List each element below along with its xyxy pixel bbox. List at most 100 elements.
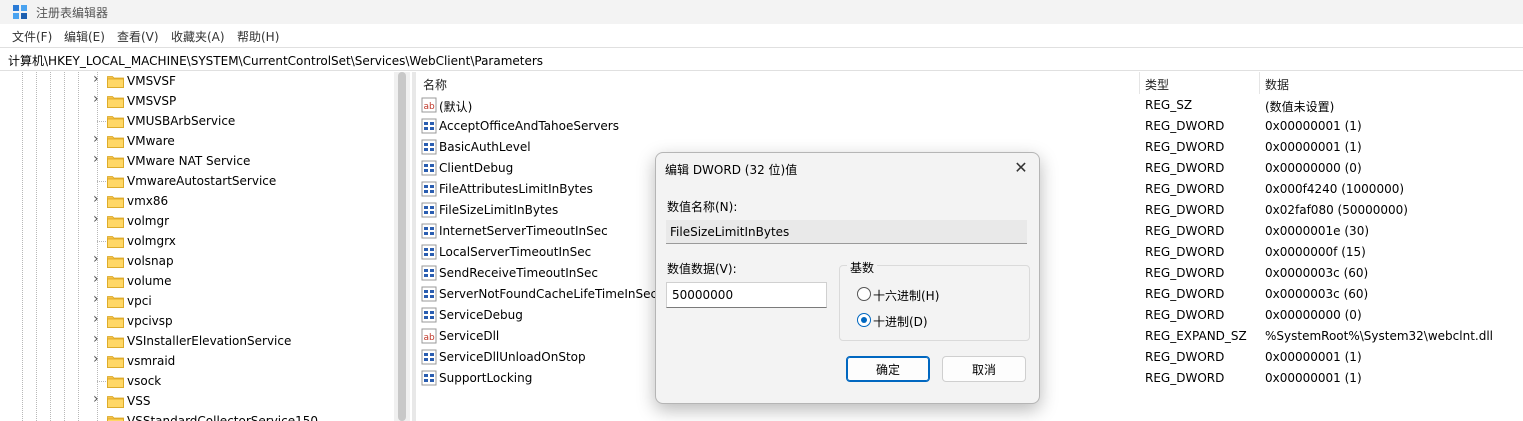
folder-icon — [107, 236, 124, 248]
value-type: REG_DWORD — [1145, 203, 1225, 217]
decimal-radio[interactable] — [857, 313, 871, 327]
address-path[interactable]: 计算机\HKEY_LOCAL_MACHINE\SYSTEM\CurrentCon… — [8, 52, 543, 69]
key-tree[interactable]: › VMSVSF › VMSVSP VMUSBArbService › VMware › VMw… — [0, 72, 410, 421]
close-icon[interactable]: ✕ — [1006, 156, 1036, 180]
value-name: ServiceDll — [439, 329, 500, 343]
tree-item[interactable]: › VMSVSF — [92, 72, 392, 92]
dword-value-icon — [421, 202, 437, 218]
tree-item[interactable]: › VMSVSP — [92, 92, 392, 112]
chevron-right-icon[interactable]: › — [93, 132, 105, 146]
value-data: 0x0000001e (30) — [1265, 224, 1370, 238]
chevron-right-icon[interactable]: › — [93, 72, 105, 86]
value-type: REG_DWORD — [1145, 371, 1225, 385]
value-type: REG_DWORD — [1145, 119, 1225, 133]
folder-icon — [107, 176, 124, 188]
chevron-right-icon[interactable]: › — [93, 392, 105, 406]
folder-icon — [107, 136, 124, 148]
value-data: 0x000f4240 (1000000) — [1265, 182, 1405, 196]
hex-radio-label[interactable]: 十六进制(H) — [873, 287, 939, 304]
tree-item[interactable]: › volmgr — [92, 212, 392, 232]
tree-item[interactable]: › volume — [92, 272, 392, 292]
tree-connector — [97, 241, 106, 242]
folder-icon — [107, 376, 124, 388]
tree-scrollbar[interactable] — [394, 72, 410, 421]
value-name: FileSizeLimitInBytes — [439, 203, 559, 217]
chevron-right-icon[interactable]: › — [93, 252, 105, 266]
value-name: ClientDebug — [439, 161, 514, 175]
chevron-right-icon[interactable]: › — [93, 272, 105, 286]
tree-item[interactable]: › VMware NAT Service — [92, 152, 392, 172]
value-row[interactable]: AcceptOfficeAndTahoeServers REG_DWORD 0x00… — [417, 116, 1523, 137]
chevron-right-icon[interactable]: › — [93, 292, 105, 306]
folder-icon — [107, 156, 124, 168]
chevron-right-icon[interactable]: › — [93, 352, 105, 366]
value-data: %SystemRoot%\System32\webclnt.dll — [1265, 329, 1493, 343]
chevron-right-icon[interactable]: › — [93, 92, 105, 106]
dialog-title: 编辑 DWORD (32 位)值 — [665, 163, 798, 177]
tree-item[interactable]: volmgrx — [92, 232, 392, 252]
value-data: 0x00000001 (1) — [1265, 140, 1362, 154]
column-header-type[interactable]: 类型 — [1145, 76, 1169, 93]
tree-item[interactable]: › volsnap — [92, 252, 392, 272]
ok-button[interactable]: 确定 — [846, 356, 930, 382]
tree-scrollbar-thumb[interactable] — [398, 72, 406, 421]
dword-value-icon — [421, 244, 437, 260]
title-bar: 注册表编辑器 — [0, 0, 1523, 24]
tree-item[interactable]: › vmx86 — [92, 192, 392, 212]
value-row[interactable]: ab (默认) REG_SZ (数值未设置) — [417, 95, 1523, 116]
pane-splitter[interactable] — [412, 72, 416, 421]
value-type: REG_DWORD — [1145, 224, 1225, 238]
hex-radio[interactable] — [857, 287, 871, 301]
column-divider[interactable] — [1259, 72, 1260, 94]
tree-item[interactable]: VMUSBArbService — [92, 112, 392, 132]
menu-favorites[interactable]: 收藏夹(A) — [171, 28, 225, 45]
tree-item[interactable]: › VSInstallerElevationService — [92, 332, 392, 352]
tree-item[interactable]: vsock — [92, 372, 392, 392]
value-name: InternetServerTimeoutInSec — [439, 224, 608, 238]
value-data-label: 数值数据(V): — [667, 262, 737, 276]
tree-item[interactable]: VmwareAutostartService — [92, 172, 392, 192]
tree-item[interactable]: › VSS — [92, 392, 392, 412]
tree-item-label: volume — [127, 274, 172, 288]
window-title: 注册表编辑器 — [36, 6, 109, 20]
chevron-right-icon[interactable]: › — [93, 192, 105, 206]
folder-icon — [107, 276, 124, 288]
menu-view[interactable]: 查看(V) — [117, 28, 159, 45]
folder-icon — [107, 76, 124, 88]
tree-item-label: VMSVSF — [127, 74, 176, 88]
value-type: REG_DWORD — [1145, 266, 1225, 280]
tree-item[interactable]: › VMware — [92, 132, 392, 152]
value-data: 0x02faf080 (50000000) — [1265, 203, 1408, 217]
dword-value-icon — [421, 307, 437, 323]
decimal-radio-label[interactable]: 十进制(D) — [873, 313, 928, 330]
value-type: REG_DWORD — [1145, 161, 1225, 175]
chevron-right-icon[interactable]: › — [93, 152, 105, 166]
value-data: (数值未设置) — [1265, 100, 1335, 114]
column-header-name[interactable]: 名称 — [423, 76, 447, 93]
chevron-right-icon[interactable]: › — [93, 212, 105, 226]
tree-item-label: VSStandardCollectorService150 — [127, 414, 319, 421]
folder-icon — [107, 196, 124, 208]
menu-edit[interactable]: 编辑(E) — [64, 28, 105, 45]
tree-guide-line — [50, 72, 51, 421]
value-name: (默认) — [439, 100, 473, 114]
tree-item[interactable]: VSStandardCollectorService150 — [92, 412, 392, 421]
cancel-button[interactable]: 取消 — [942, 356, 1026, 382]
chevron-right-icon[interactable]: › — [93, 312, 105, 326]
address-bar[interactable]: 计算机\HKEY_LOCAL_MACHINE\SYSTEM\CurrentCon… — [0, 47, 1523, 71]
value-type: REG_DWORD — [1145, 182, 1225, 196]
column-divider[interactable] — [1139, 72, 1140, 94]
tree-item-label: VSS — [127, 394, 151, 408]
menu-file[interactable]: 文件(F) — [12, 28, 52, 45]
column-header-data[interactable]: 数据 — [1265, 76, 1289, 93]
menu-help[interactable]: 帮助(H) — [237, 28, 279, 45]
tree-guide-line — [36, 72, 37, 421]
tree-connector — [97, 121, 106, 122]
folder-icon — [107, 316, 124, 328]
value-data-input[interactable]: 50000000 — [666, 282, 827, 308]
tree-item[interactable]: › vpci — [92, 292, 392, 312]
tree-item[interactable]: › vpcivsp — [92, 312, 392, 332]
tree-item[interactable]: › vsmraid — [92, 352, 392, 372]
chevron-right-icon[interactable]: › — [93, 332, 105, 346]
value-name: LocalServerTimeoutInSec — [439, 245, 592, 259]
